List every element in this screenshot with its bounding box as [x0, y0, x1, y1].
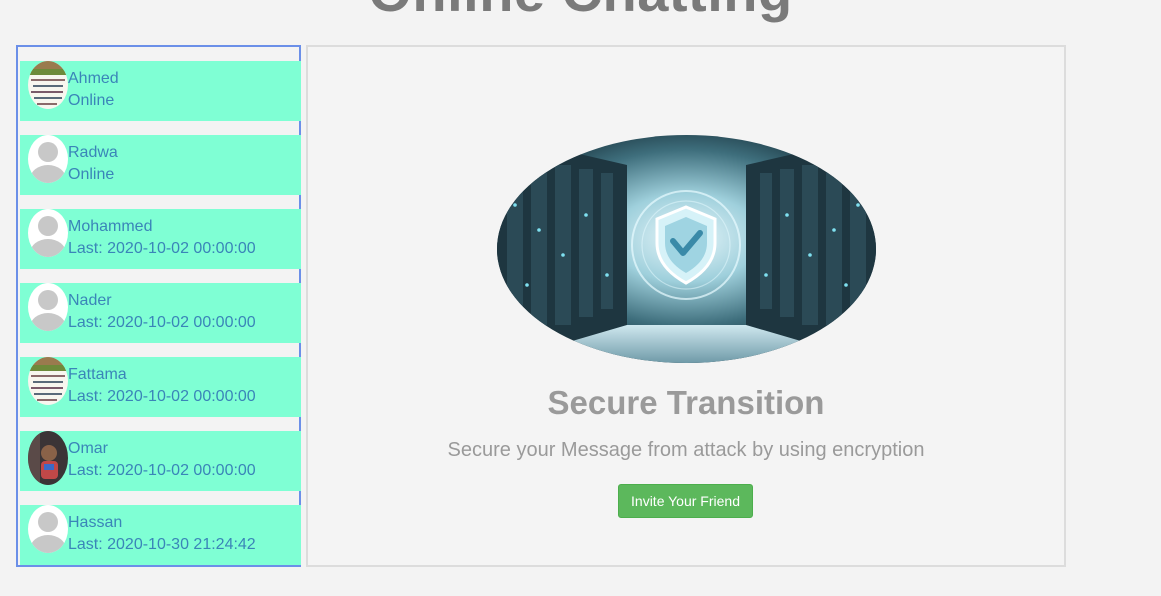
server-room-shield-image: [497, 135, 876, 363]
user-name: Hassan: [68, 514, 123, 531]
user-name: Omar: [68, 440, 108, 457]
user-name: Mohammed: [68, 218, 153, 235]
user-status: Last: 2020-10-02 00:00:00: [68, 388, 256, 405]
user-item-hassan[interactable]: Hassan Last: 2020-10-30 21:24:42: [20, 505, 301, 565]
user-status: Online: [68, 92, 115, 109]
user-name: Fattama: [68, 366, 127, 383]
photo-avatar-icon: [28, 61, 68, 109]
user-status: Online: [68, 166, 115, 183]
user-name: Ahmed: [68, 70, 119, 87]
user-item-omar[interactable]: Omar Last: 2020-10-02 00:00:00: [20, 431, 301, 491]
user-name: Nader: [68, 292, 112, 309]
hero-subtitle: Secure your Message from attack by using…: [447, 439, 925, 461]
invite-friend-button[interactable]: Invite Your Friend: [618, 484, 753, 518]
default-avatar-icon: [28, 505, 68, 553]
user-name: Radwa: [68, 144, 118, 161]
user-item-nader[interactable]: Nader Last: 2020-10-02 00:00:00: [20, 283, 301, 343]
user-status: Last: 2020-10-02 00:00:00: [68, 462, 256, 479]
default-avatar-icon: [28, 209, 68, 257]
user-item-fattama[interactable]: Fattama Last: 2020-10-02 00:00:00: [20, 357, 301, 417]
user-status: Last: 2020-10-02 00:00:00: [68, 314, 256, 331]
hero-title: Secure Transition: [547, 384, 825, 421]
user-status: Last: 2020-10-30 21:24:42: [68, 536, 256, 553]
user-item-mohammed[interactable]: Mohammed Last: 2020-10-02 00:00:00: [20, 209, 301, 269]
photo-avatar-icon: [28, 357, 68, 405]
user-status: Last: 2020-10-02 00:00:00: [68, 240, 256, 257]
user-item-radwa[interactable]: Radwa Online: [20, 135, 301, 195]
default-avatar-icon: [28, 283, 68, 331]
page-title: Online Chatting: [0, 0, 1161, 20]
user-item-ahmed[interactable]: Ahmed Online: [20, 61, 301, 121]
main-panel: Secure Transition Secure your Message fr…: [306, 45, 1066, 567]
photo-avatar-icon: [28, 431, 68, 485]
user-list: Ahmed Online Radwa Online Mohammed Last:…: [16, 45, 301, 567]
default-avatar-icon: [28, 135, 68, 183]
